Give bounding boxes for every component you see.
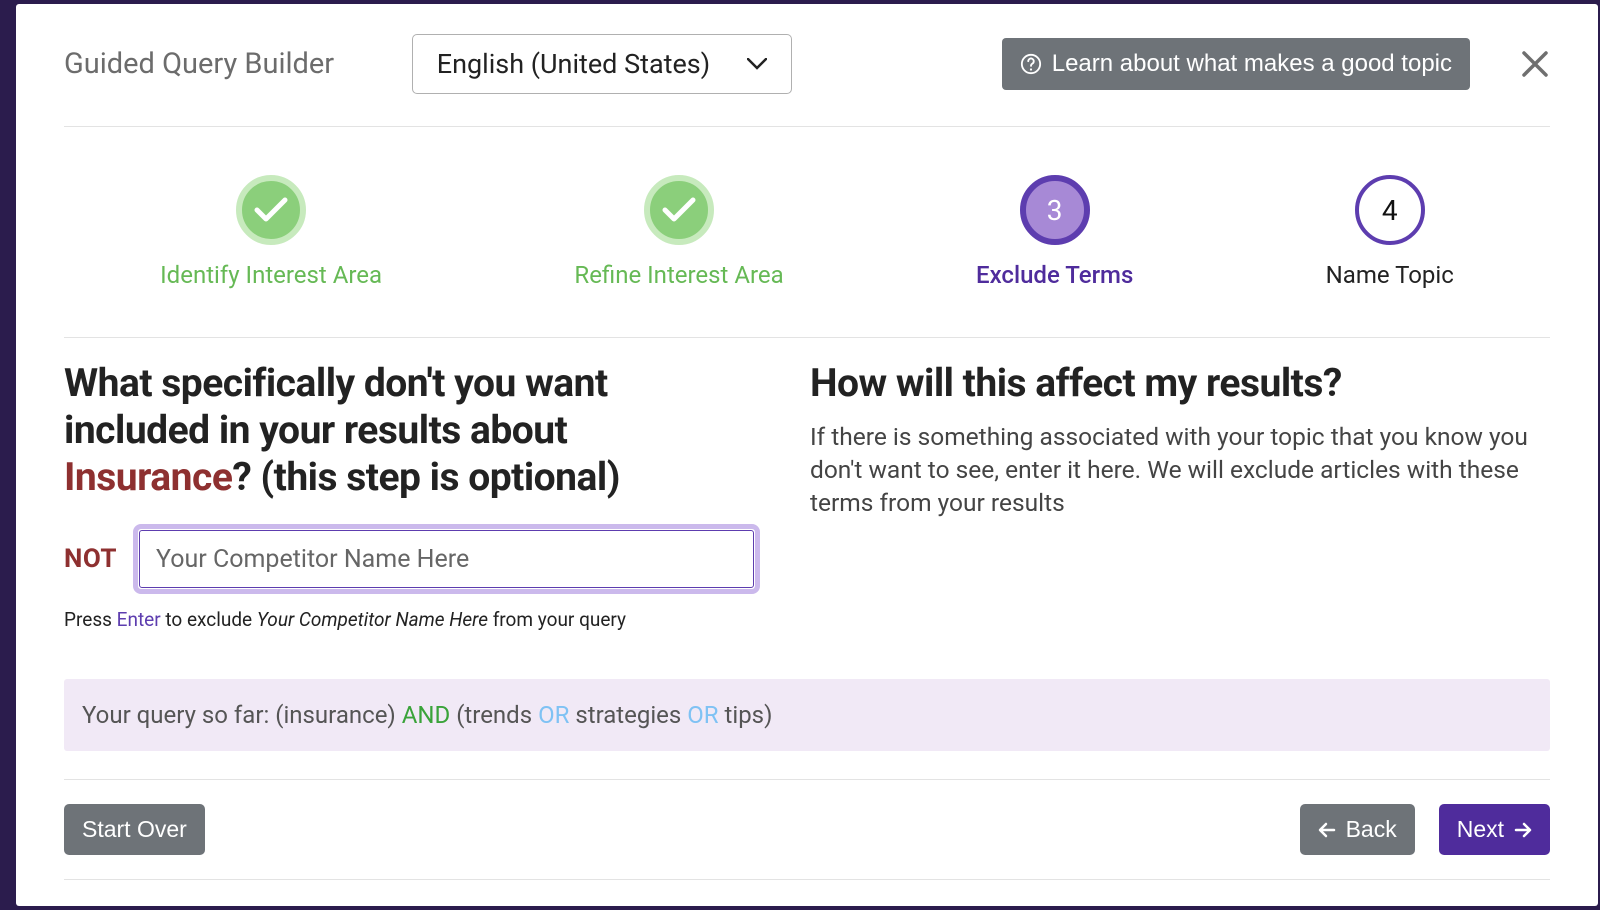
step-label: Exclude Terms (976, 261, 1133, 289)
query-part: strategies (569, 701, 687, 729)
results-heading: How will this affect my results? (810, 360, 1550, 406)
query-or: OR (687, 701, 718, 729)
step-refine-interest-area: Refine Interest Area (574, 175, 783, 289)
step-name-topic: 4 Name Topic (1326, 175, 1454, 289)
divider (64, 337, 1550, 338)
query-prefix: Your query so far: (82, 701, 275, 729)
question-pre: What specifically don't you want include… (64, 360, 608, 453)
hint-em: Your Competitor Name Here (257, 608, 488, 631)
language-select-value: English (United States) (437, 48, 710, 80)
exclude-input-wrap (133, 524, 760, 594)
not-label: NOT (64, 544, 117, 574)
start-over-button[interactable]: Start Over (64, 804, 205, 855)
step-identify-interest-area: Identify Interest Area (160, 175, 382, 289)
learn-topic-button[interactable]: Learn about what makes a good topic (1002, 38, 1470, 90)
query-or: OR (538, 701, 569, 729)
content: What specifically don't you want include… (64, 360, 1550, 631)
query-preview: Your query so far: (insurance) AND (tren… (64, 679, 1550, 751)
back-label: Back (1346, 816, 1397, 843)
step-label: Name Topic (1326, 261, 1454, 289)
query-and: AND (402, 701, 451, 729)
step-circle-future: 4 (1355, 175, 1425, 245)
modal-header: Guided Query Builder English (United Sta… (64, 4, 1550, 126)
step-label: Identify Interest Area (160, 261, 382, 289)
step-circle-done (644, 175, 714, 245)
stepper: Identify Interest Area Refine Interest A… (64, 127, 1550, 337)
close-icon (1521, 50, 1549, 78)
query-part: (insurance) (275, 701, 402, 729)
help-circle-icon (1020, 53, 1042, 75)
exclude-input[interactable] (139, 530, 754, 588)
modal-title: Guided Query Builder (64, 47, 392, 81)
hint-post: from your query (488, 608, 626, 631)
exclude-question: What specifically don't you want include… (64, 360, 760, 500)
arrow-right-icon (1514, 821, 1532, 839)
check-icon (254, 197, 288, 223)
back-button[interactable]: Back (1300, 804, 1415, 855)
language-select[interactable]: English (United States) (412, 34, 792, 94)
modal-footer: Start Over Back Next (64, 779, 1550, 879)
step-circle-done (236, 175, 306, 245)
start-over-label: Start Over (82, 816, 187, 843)
input-hint: Press Enter to exclude Your Competitor N… (64, 608, 760, 631)
step-exclude-terms: 3 Exclude Terms (976, 175, 1133, 289)
next-label: Next (1457, 816, 1504, 843)
guided-query-modal: Guided Query Builder English (United Sta… (16, 4, 1598, 906)
footer-right: Back Next (1300, 804, 1550, 855)
left-column: What specifically don't you want include… (64, 360, 760, 631)
question-post: ? (this step is optional) (232, 454, 620, 500)
chevron-down-icon (747, 58, 767, 70)
step-circle-current: 3 (1020, 175, 1090, 245)
close-button[interactable] (1520, 49, 1550, 79)
divider (64, 879, 1550, 880)
learn-topic-label: Learn about what makes a good topic (1052, 50, 1452, 78)
hint-mid: to exclude (161, 608, 257, 631)
right-column: How will this affect my results? If ther… (810, 360, 1550, 631)
header-actions: Learn about what makes a good topic (1002, 38, 1550, 90)
arrow-left-icon (1318, 821, 1336, 839)
results-body: If there is something associated with yo… (810, 420, 1550, 519)
next-button[interactable]: Next (1439, 804, 1550, 855)
query-part: (trends (450, 701, 538, 729)
question-topic: Insurance (64, 454, 232, 500)
hint-pre: Press (64, 608, 117, 631)
step-label: Refine Interest Area (574, 261, 783, 289)
exclude-input-row: NOT (64, 524, 760, 594)
query-part: tips) (719, 701, 773, 729)
check-icon (662, 197, 696, 223)
hint-enter: Enter (117, 608, 161, 631)
